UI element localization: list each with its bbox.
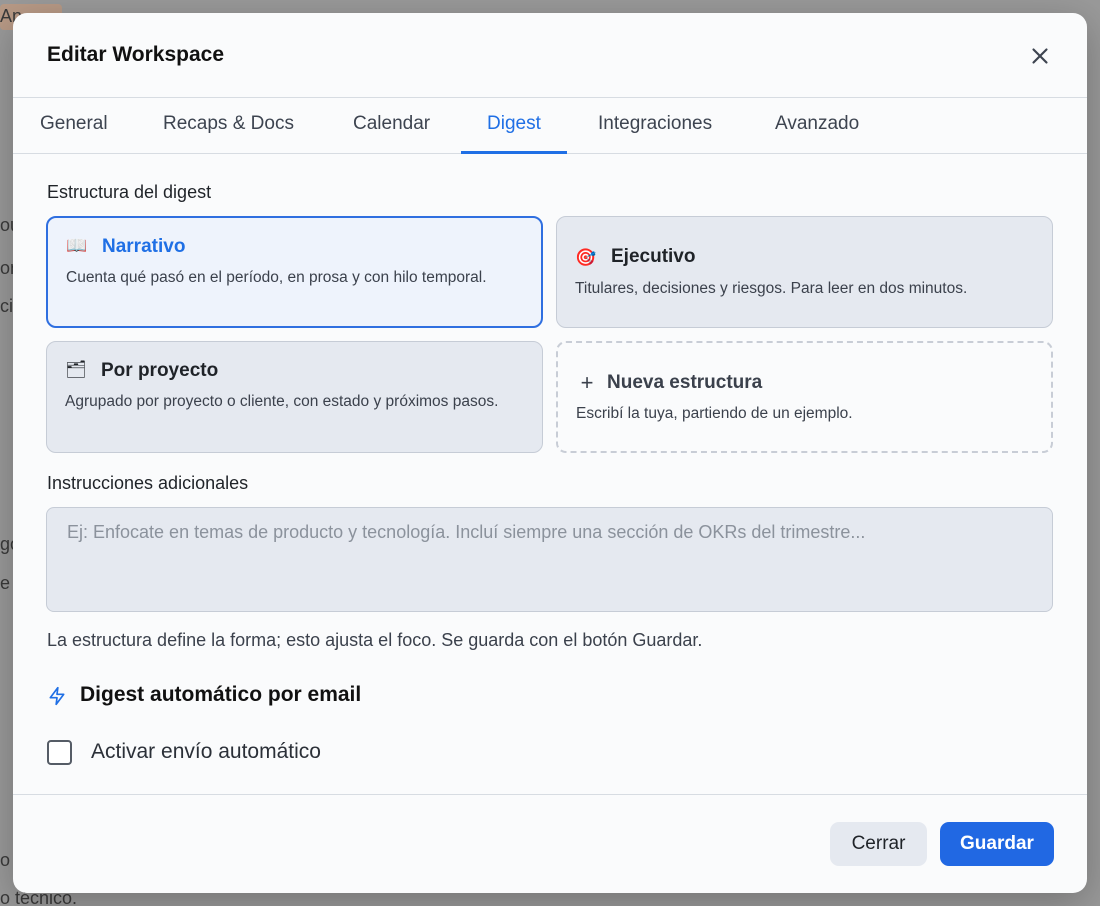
card-title: Por proyecto — [101, 360, 219, 381]
tab-general[interactable]: General — [14, 98, 134, 154]
dialog-title: Editar Workspace — [47, 43, 225, 66]
tab-calendar[interactable]: Calendar — [327, 98, 456, 154]
folder-icon: 🗂 — [65, 360, 87, 379]
close-dialog-button[interactable]: Cerrar — [830, 822, 927, 866]
auto-digest-title: Digest automático por email — [80, 683, 362, 706]
tab-avanzado[interactable]: Avanzado — [749, 98, 885, 154]
instructions-label: Instrucciones adicionales — [47, 473, 249, 493]
plus-icon: + — [580, 370, 594, 395]
tab-recaps-docs[interactable]: Recaps & Docs — [137, 98, 320, 154]
structure-card-por-proyecto[interactable]: 🗂 Por proyecto Agrupado por proyecto o c… — [46, 341, 543, 453]
background-text: o — [0, 850, 11, 870]
edit-workspace-dialog: Editar Workspace General Recaps & Docs C… — [13, 13, 1087, 893]
close-icon — [1032, 48, 1048, 64]
target-icon: 🎯 — [575, 248, 597, 267]
bolt-icon — [49, 686, 65, 706]
instructions-hint: La estructura define la forma; esto ajus… — [47, 630, 703, 650]
structure-card-nueva[interactable]: + Nueva estructura Escribí la tuya, part… — [556, 341, 1053, 453]
auto-send-label[interactable]: Activar envío automático — [91, 740, 321, 764]
dialog-footer: Cerrar Guardar — [13, 794, 1087, 893]
instructions-textarea[interactable]: Ej: Enfocate en temas de producto y tecn… — [46, 507, 1053, 612]
card-title: Nueva estructura — [607, 372, 763, 393]
structure-card-narrativo[interactable]: 📖 Narrativo Cuenta qué pasó en el períod… — [46, 216, 543, 328]
save-button[interactable]: Guardar — [940, 822, 1054, 866]
card-description: Titulares, decisiones y riesgos. Para le… — [575, 280, 968, 297]
structure-label: Estructura del digest — [47, 182, 212, 202]
book-icon: 📖 — [66, 236, 88, 255]
tab-bar: General Recaps & Docs Calendar Digest In… — [13, 98, 1087, 154]
tab-digest[interactable]: Digest — [461, 98, 567, 154]
background-text: ci — [0, 296, 13, 316]
background-text: e — [0, 573, 11, 593]
tab-integraciones[interactable]: Integraciones — [572, 98, 738, 154]
close-button[interactable] — [1027, 43, 1053, 69]
auto-send-checkbox[interactable] — [47, 740, 72, 765]
dialog-header: Editar Workspace — [13, 13, 1087, 98]
card-description: Escribí la tuya, partiendo de un ejemplo… — [576, 405, 853, 422]
card-title: Ejecutivo — [611, 246, 696, 267]
card-title: Narrativo — [102, 236, 186, 257]
structure-card-ejecutivo[interactable]: 🎯 Ejecutivo Titulares, decisiones y ries… — [556, 216, 1053, 328]
card-description: Agrupado por proyecto o cliente, con est… — [65, 393, 499, 410]
card-description: Cuenta qué pasó en el período, en prosa … — [66, 269, 487, 286]
